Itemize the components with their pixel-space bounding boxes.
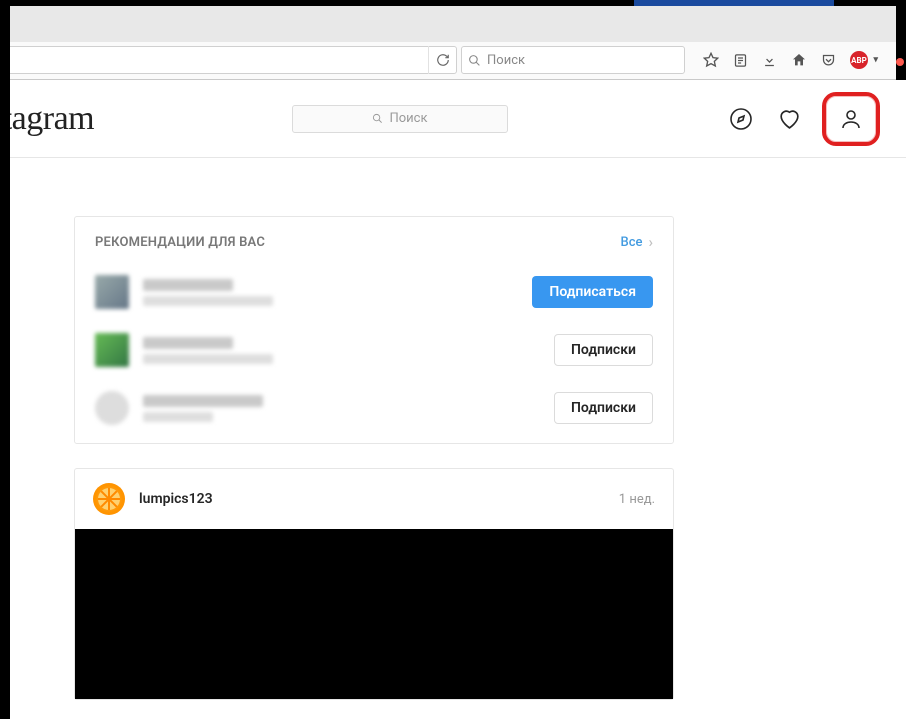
explore-icon[interactable] bbox=[728, 106, 754, 132]
see-all-label: Все bbox=[621, 235, 643, 250]
browser-search-box[interactable]: Поиск bbox=[461, 46, 685, 74]
subtitle-redacted bbox=[143, 412, 213, 422]
suggestions-title: РЕКОМЕНДАЦИИ ДЛЯ ВАС bbox=[95, 235, 265, 250]
suggestion-row: Подписки bbox=[75, 321, 673, 379]
app-logo[interactable]: stagram bbox=[0, 100, 94, 138]
tab-strip[interactable] bbox=[0, 6, 906, 42]
home-icon[interactable] bbox=[791, 52, 807, 68]
suggestion-row: Подписки bbox=[75, 379, 673, 443]
username-redacted bbox=[143, 279, 233, 291]
app-search-placeholder: Поиск bbox=[389, 111, 427, 126]
profile-icon[interactable] bbox=[838, 106, 864, 132]
browser-chrome: Поиск ABP bbox=[0, 6, 906, 80]
following-button[interactable]: Подписки bbox=[554, 392, 653, 424]
nav-icons bbox=[728, 92, 880, 146]
avatar[interactable] bbox=[95, 391, 129, 425]
bookmark-star-icon[interactable] bbox=[703, 52, 719, 68]
user-info[interactable] bbox=[143, 279, 518, 306]
username-redacted bbox=[143, 337, 233, 349]
following-button[interactable]: Подписки bbox=[554, 334, 653, 366]
active-tab-indicator bbox=[634, 0, 834, 6]
suggestions-header: РЕКОМЕНДАЦИИ ДЛЯ ВАС Все › bbox=[75, 217, 673, 263]
search-icon bbox=[372, 113, 383, 124]
avatar[interactable] bbox=[95, 275, 129, 309]
suggestion-row: Подписаться bbox=[75, 263, 673, 321]
chevron-right-icon: › bbox=[648, 233, 653, 251]
subtitle-redacted bbox=[143, 296, 273, 306]
downloads-icon[interactable] bbox=[762, 53, 777, 68]
post-author-username[interactable]: lumpics123 bbox=[139, 491, 213, 507]
browser-action-icons: ABP bbox=[689, 51, 900, 69]
suggestions-see-all[interactable]: Все › bbox=[621, 233, 654, 251]
post-author-avatar[interactable] bbox=[93, 483, 125, 515]
subtitle-redacted bbox=[143, 354, 273, 364]
feed-post: lumpics123 1 нед. bbox=[74, 468, 674, 700]
notification-dot bbox=[896, 58, 904, 66]
post-timestamp: 1 нед. bbox=[619, 492, 655, 507]
follow-button[interactable]: Подписаться bbox=[532, 276, 653, 308]
profile-button-highlight bbox=[822, 92, 880, 146]
window-right-border bbox=[896, 6, 906, 80]
window-left-border bbox=[0, 6, 10, 719]
app-header: stagram Поиск bbox=[0, 80, 906, 158]
adblock-icon[interactable]: ABP bbox=[850, 51, 868, 69]
search-icon bbox=[468, 54, 481, 67]
app-viewport: stagram Поиск РЕКОМЕНДАЦИИ ДЛЯ bbox=[0, 80, 906, 700]
user-info[interactable] bbox=[143, 337, 540, 364]
user-info[interactable] bbox=[143, 395, 540, 422]
activity-heart-icon[interactable] bbox=[776, 106, 802, 132]
pocket-icon[interactable] bbox=[821, 53, 836, 68]
reading-list-icon[interactable] bbox=[733, 53, 748, 68]
avatar[interactable] bbox=[95, 333, 129, 367]
app-search-box[interactable]: Поиск bbox=[292, 105, 508, 133]
toolbar: Поиск ABP bbox=[0, 42, 906, 79]
browser-search-placeholder: Поиск bbox=[487, 53, 525, 68]
post-media[interactable] bbox=[75, 529, 673, 699]
suggestions-card: РЕКОМЕНДАЦИИ ДЛЯ ВАС Все › Подписаться bbox=[74, 216, 674, 444]
feed-column: РЕКОМЕНДАЦИИ ДЛЯ ВАС Все › Подписаться bbox=[0, 158, 674, 700]
username-redacted bbox=[143, 395, 263, 407]
reload-button[interactable] bbox=[428, 46, 456, 74]
post-header: lumpics123 1 нед. bbox=[75, 469, 673, 529]
address-bar[interactable] bbox=[6, 46, 457, 74]
